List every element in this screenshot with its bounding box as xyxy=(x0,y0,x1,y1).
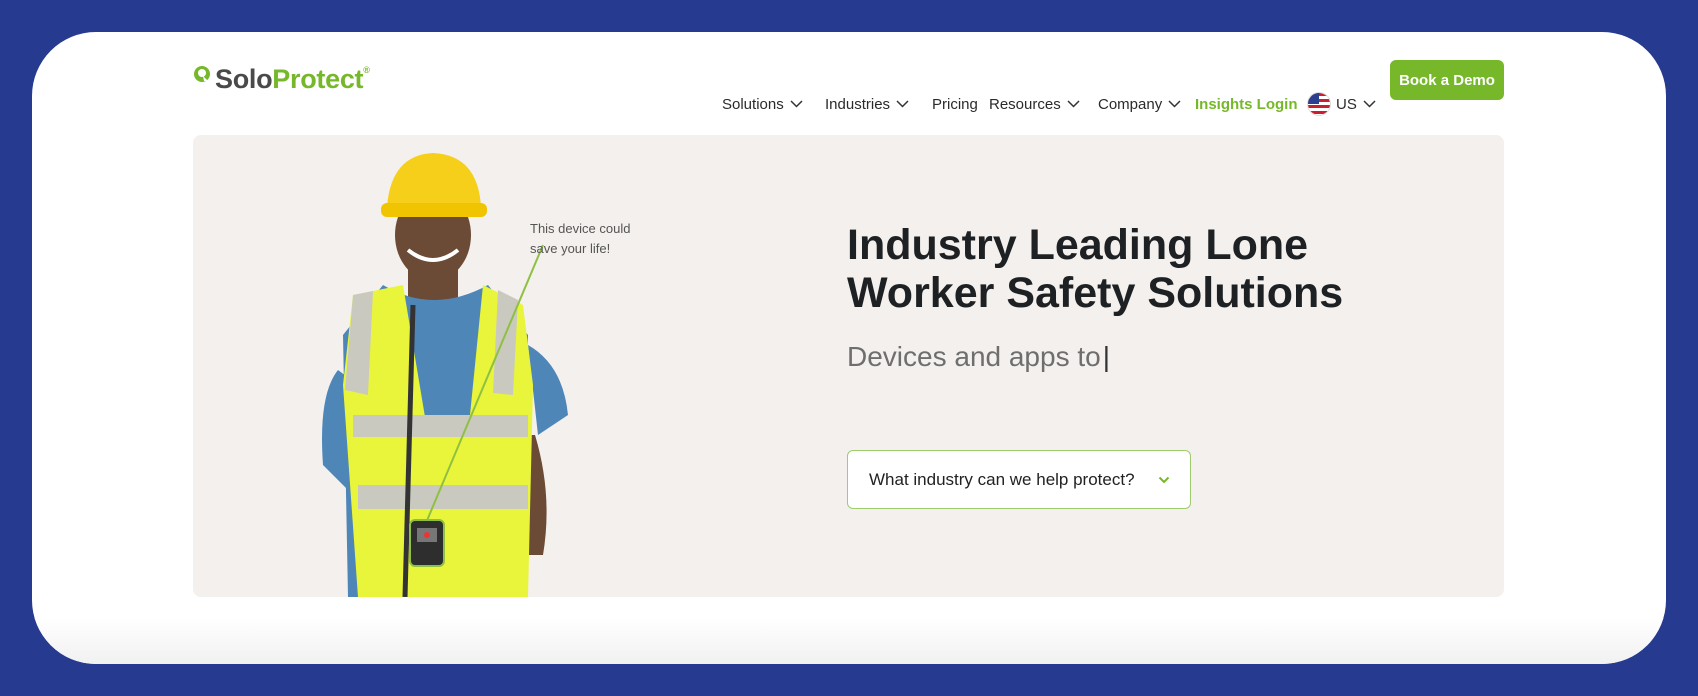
page-card: SoloProtect® Solutions Industries Pricin… xyxy=(32,32,1666,664)
industry-select[interactable]: What industry can we help protect? xyxy=(847,450,1191,509)
chevron-down-icon xyxy=(896,100,909,108)
us-flag-icon xyxy=(1308,93,1330,115)
chevron-down-icon xyxy=(1158,476,1170,483)
worker-illustration xyxy=(322,153,568,597)
region-label: US xyxy=(1336,95,1357,113)
chevron-down-icon xyxy=(1363,100,1376,108)
nav-solutions-label: Solutions xyxy=(722,95,784,113)
hero-subline: Devices and apps to| xyxy=(847,341,1110,373)
nav-insights-login-label: Insights Login xyxy=(1195,95,1298,113)
typing-cursor: | xyxy=(1102,341,1110,372)
nav-industries[interactable]: Industries xyxy=(825,90,909,118)
book-demo-button[interactable]: Book a Demo xyxy=(1390,60,1504,100)
logo-text: SoloProtect® xyxy=(215,63,370,94)
logo-text-protect: Protect xyxy=(272,63,364,94)
nav-insights-login[interactable]: Insights Login xyxy=(1195,90,1298,118)
nav-resources[interactable]: Resources xyxy=(989,90,1080,118)
logo-mark-icon xyxy=(192,64,212,84)
chevron-down-icon xyxy=(1168,100,1181,108)
chevron-down-icon xyxy=(790,100,803,108)
region-selector[interactable]: US xyxy=(1308,90,1376,118)
nav-company[interactable]: Company xyxy=(1098,90,1181,118)
industry-select-label: What industry can we help protect? xyxy=(869,469,1135,489)
nav-pricing-label: Pricing xyxy=(932,95,978,113)
chevron-down-icon xyxy=(1067,100,1080,108)
soloprotect-logo[interactable]: SoloProtect® xyxy=(192,61,370,97)
hero-subline-text: Devices and apps to xyxy=(847,341,1101,372)
nav-pricing[interactable]: Pricing xyxy=(932,90,978,118)
hero-section: This device could save your life! Indust… xyxy=(193,135,1504,597)
device-callout-text: This device could save your life! xyxy=(530,221,631,256)
card-bottom-shade xyxy=(32,618,1666,664)
nav-solutions[interactable]: Solutions xyxy=(722,90,803,118)
nav-company-label: Company xyxy=(1098,95,1163,113)
nav-industries-label: Industries xyxy=(825,95,891,113)
logo-text-solo: Solo xyxy=(215,63,273,94)
hero-headline: Industry Leading Lone Worker Safety Solu… xyxy=(847,221,1344,317)
nav-resources-label: Resources xyxy=(989,95,1061,113)
registered-mark: ® xyxy=(363,64,370,75)
